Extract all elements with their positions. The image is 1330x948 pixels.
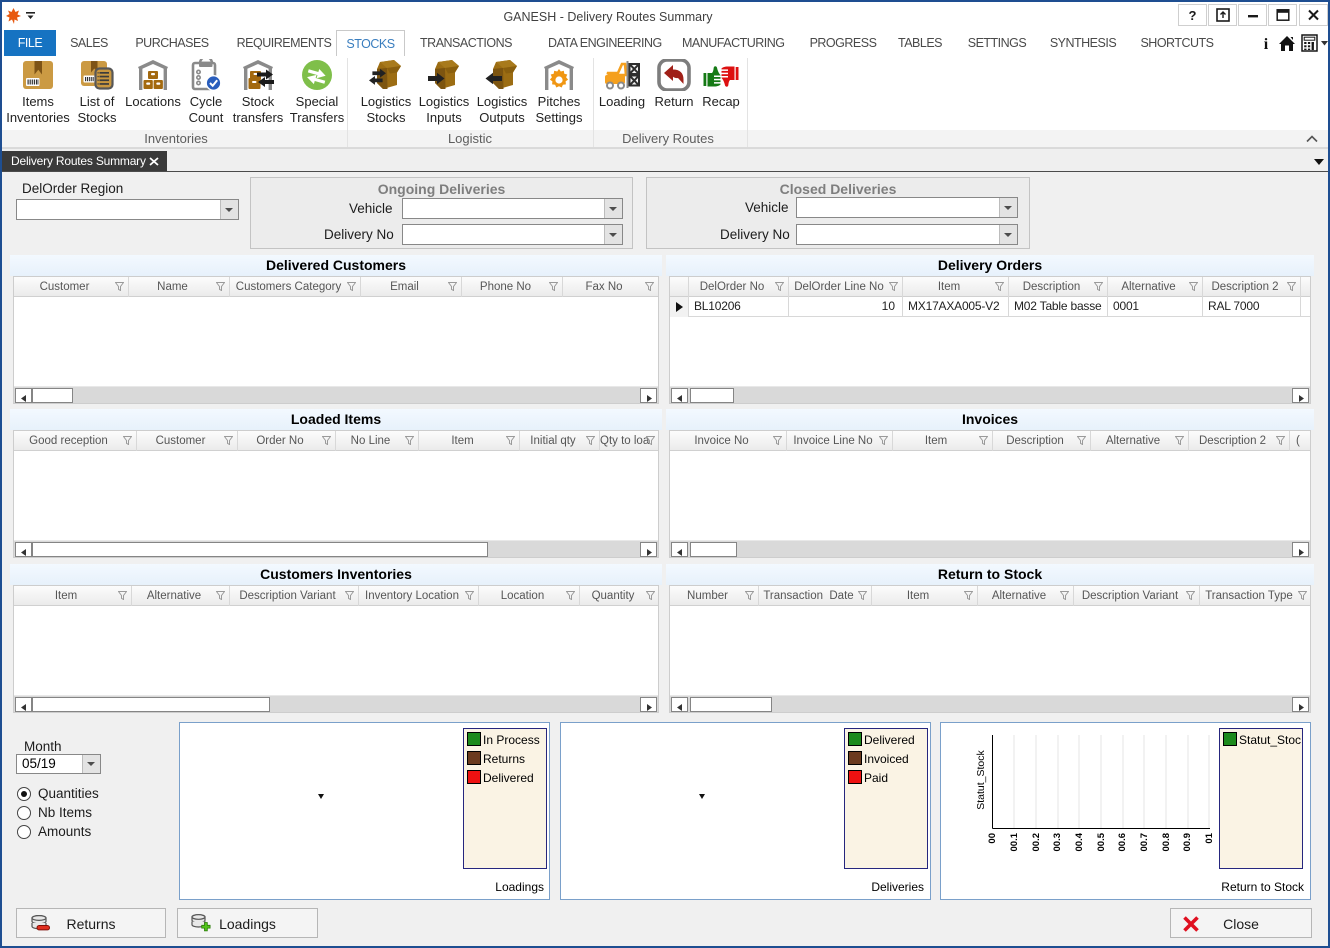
svg-text:Statut_Stock: Statut_Stock [975,749,987,809]
svg-text:i: i [1264,36,1269,52]
svg-text:01: 01 [1204,832,1215,843]
svg-text:00.7: 00.7 [1139,833,1150,852]
svg-text:00: 00 [987,833,998,844]
svg-text:?: ? [1189,9,1197,23]
svg-text:00.1: 00.1 [1009,832,1020,851]
svg-text:00.8: 00.8 [1161,833,1172,852]
svg-text:00.6: 00.6 [1117,833,1128,852]
svg-text:00.2: 00.2 [1031,833,1042,852]
svg-text:00.4: 00.4 [1074,832,1085,851]
svg-text:00.3: 00.3 [1052,833,1063,852]
svg-text:00.9: 00.9 [1182,833,1193,852]
svg-text:00.5: 00.5 [1096,832,1107,851]
